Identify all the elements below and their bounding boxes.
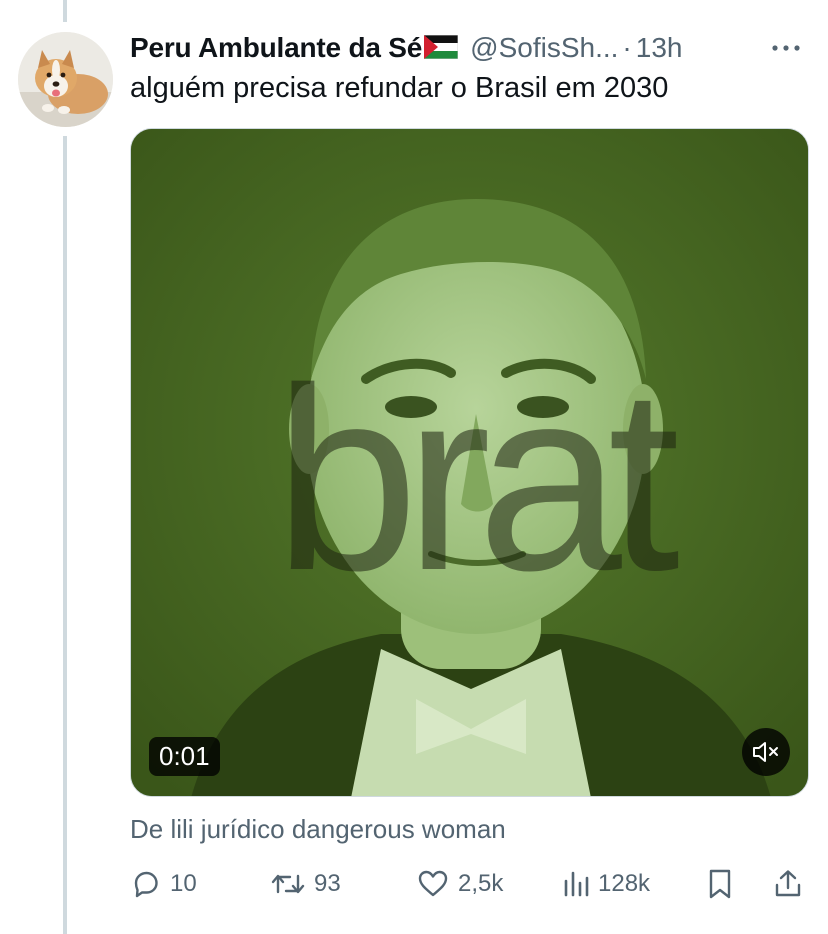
action-bar: 10 93 2,5k 128k [130,862,810,906]
video-frame: brat [131,129,808,796]
share-button[interactable] [772,862,804,906]
brat-overlay-text: brat [274,335,681,625]
bookmark-icon [709,869,731,899]
thread-line-top [63,0,67,22]
dog-avatar-image [18,32,113,127]
video-player[interactable]: brat 0:01 [130,128,809,797]
mute-button[interactable] [742,728,790,776]
views-button[interactable]: 128k [562,862,650,906]
separator-dot: · [622,32,632,63]
views-icon [564,871,589,897]
tweet-text: alguém precisa refundar o Brasil em 2030 [130,72,669,104]
avatar[interactable] [18,32,113,127]
reply-count: 10 [170,870,197,897]
reply-button[interactable]: 10 [130,862,197,906]
display-name[interactable]: Peru Ambulante da Sé [130,32,422,64]
thread-line-bottom [63,136,67,934]
user-handle[interactable]: @SofisSh... [470,32,618,64]
repost-count: 93 [314,870,341,897]
like-count: 2,5k [458,870,504,897]
volume-muted-icon [753,742,778,762]
timestamp[interactable]: 13h [636,32,683,64]
bookmark-button[interactable] [706,862,734,906]
repost-icon [271,874,305,894]
heart-icon [418,870,448,897]
reply-icon [134,871,158,898]
video-duration: 0:01 [149,737,220,776]
palestine-flag-icon [423,34,459,64]
share-icon [775,870,801,897]
like-button[interactable]: 2,5k [416,862,503,906]
tweet-header: Peru Ambulante da Sé @SofisSh... · 13h [130,28,810,68]
more-horizontal-icon[interactable] [770,38,802,58]
view-count: 128k [598,870,651,897]
repost-button[interactable]: 93 [270,862,341,906]
video-attribution[interactable]: De lili jurídico dangerous woman [130,814,506,845]
